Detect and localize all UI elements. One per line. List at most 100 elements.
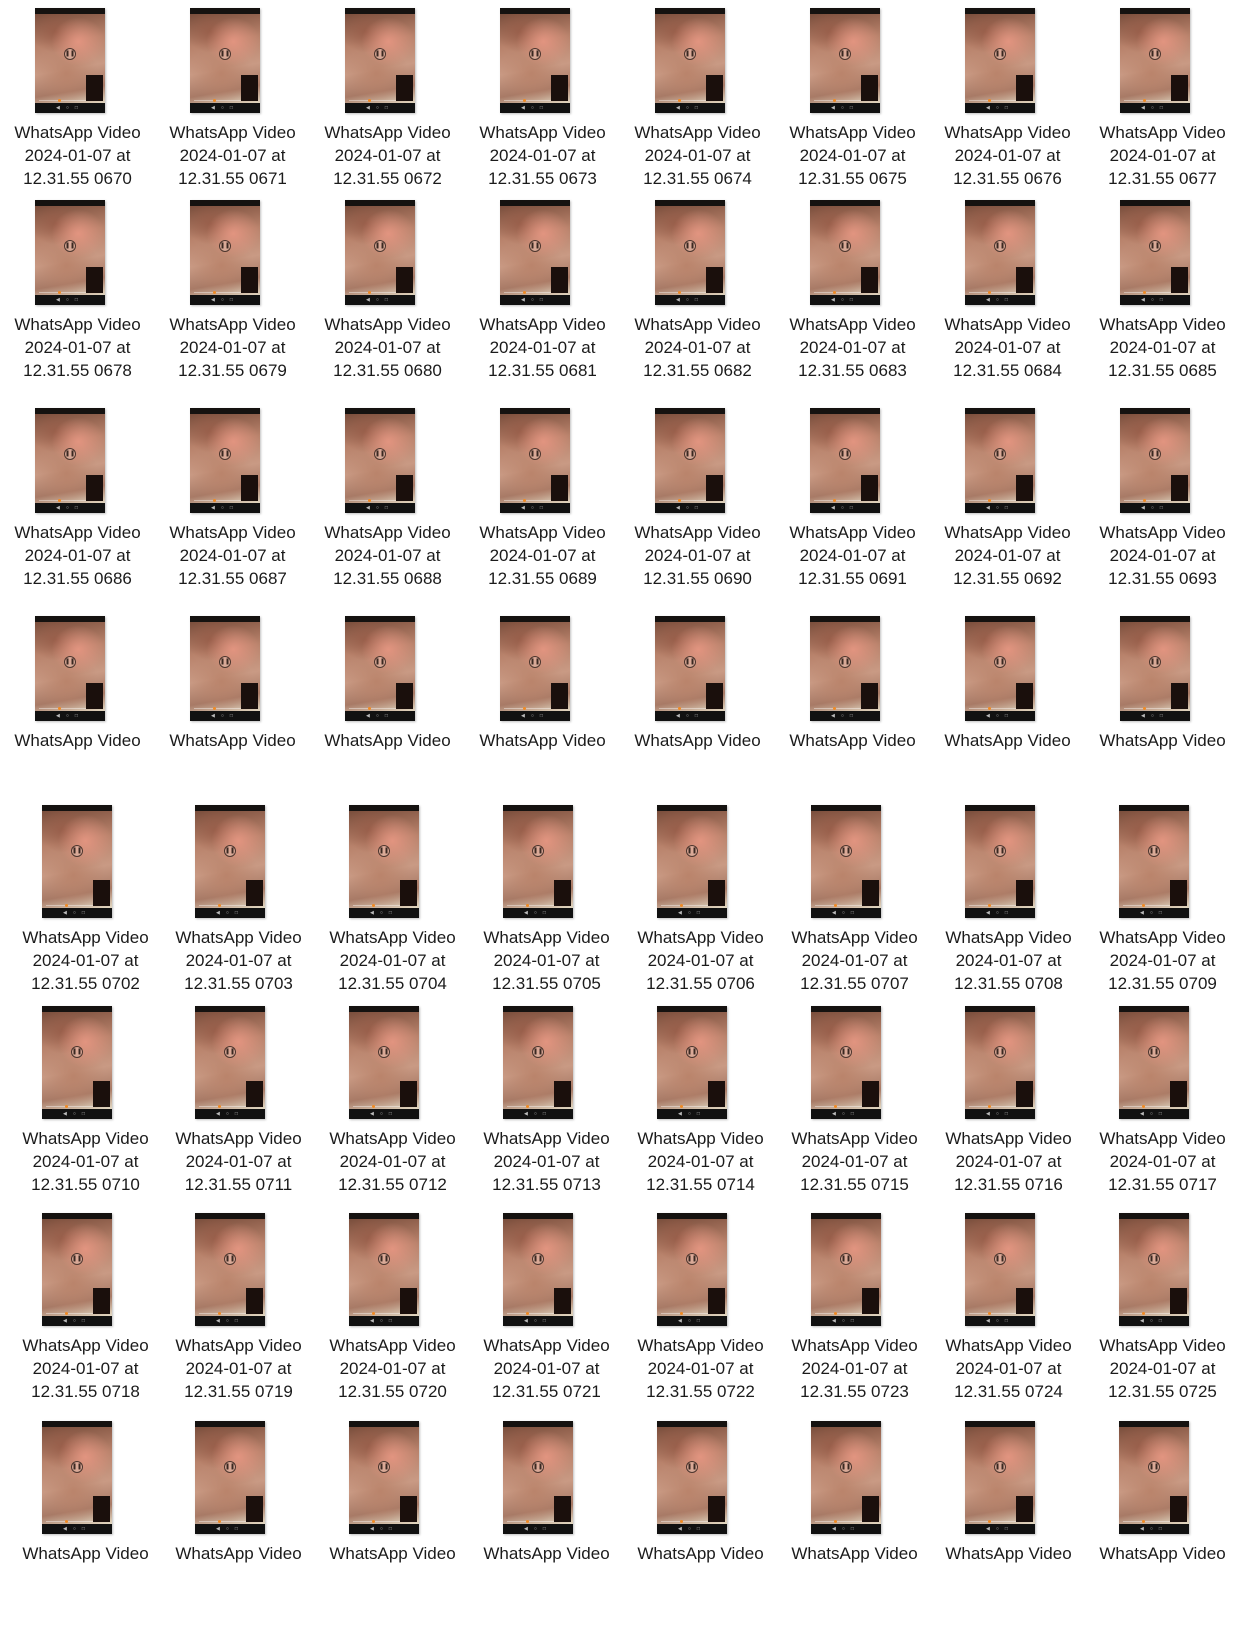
video-thumbnail-icon[interactable]: ❚❚ ◀○□ — [657, 1421, 727, 1534]
video-thumbnail-icon[interactable]: ❚❚ ◀○□ — [810, 616, 880, 721]
video-thumbnail-icon[interactable]: ❚❚ ◀○□ — [965, 200, 1035, 305]
video-thumbnail-icon[interactable]: ❚❚ ◀○□ — [42, 1213, 112, 1326]
android-nav-bar: ◀○□ — [811, 1524, 881, 1534]
file-name-line: 2024-01-07 at — [647, 1359, 754, 1378]
video-thumbnail-icon[interactable]: ❚❚ ◀○□ — [190, 616, 260, 721]
video-thumbnail-icon[interactable]: ❚❚ ◀○□ — [657, 1213, 727, 1326]
video-thumbnail-icon[interactable]: ❚❚ ◀○□ — [811, 1421, 881, 1534]
video-thumbnail-icon[interactable]: ❚❚ ◀○□ — [1119, 1213, 1189, 1326]
video-thumbnail-icon[interactable]: ❚❚ ◀○□ — [811, 805, 881, 918]
android-nav-bar: ◀○□ — [811, 1109, 881, 1119]
video-thumbnail-icon[interactable]: ❚❚ ◀○□ — [965, 805, 1035, 918]
video-thumbnail-icon[interactable]: ❚❚ ◀○□ — [500, 616, 570, 721]
pip-window — [708, 1081, 725, 1107]
video-thumbnail-icon[interactable]: ❚❚ ◀○□ — [503, 1421, 573, 1534]
file-name-line: 12.31.55 0721 — [492, 1382, 601, 1401]
video-thumbnail-icon[interactable]: ❚❚ ◀○□ — [503, 1213, 573, 1326]
video-thumbnail-icon[interactable]: ❚❚ ◀○□ — [811, 1213, 881, 1326]
file-name-line: 2024-01-07 at — [955, 951, 1062, 970]
video-thumbnail-icon[interactable]: ❚❚ ◀○□ — [42, 1006, 112, 1119]
video-thumbnail-icon[interactable]: ❚❚ ◀○□ — [965, 1213, 1035, 1326]
video-thumbnail-icon[interactable]: ❚❚ ◀○□ — [195, 805, 265, 918]
video-thumbnail-icon[interactable]: ❚❚ ◀○□ — [1120, 408, 1190, 513]
file-name-label: WhatsApp Video 2024-01-07 at 12.31.55 0670 — [0, 121, 155, 190]
android-nav-bar: ◀○□ — [503, 1524, 573, 1534]
video-thumbnail-icon[interactable]: ❚❚ ◀○□ — [345, 408, 415, 513]
video-thumbnail-icon[interactable]: ❚❚ ◀○□ — [345, 616, 415, 721]
pause-icon: ❚❚ — [994, 1046, 1006, 1058]
pause-icon: ❚❚ — [994, 1253, 1006, 1265]
pip-window — [396, 475, 413, 501]
file-name-label: WhatsApp Video 2024-01-07 at 12.31.55 0716 — [931, 1127, 1086, 1196]
video-thumbnail-icon[interactable]: ❚❚ ◀○□ — [811, 1006, 881, 1119]
file-name-line: WhatsApp Video — [483, 1129, 610, 1148]
video-thumbnail-icon[interactable]: ❚❚ ◀○□ — [655, 8, 725, 113]
video-thumbnail-icon[interactable]: ❚❚ ◀○□ — [35, 408, 105, 513]
video-thumbnail-icon[interactable]: ❚❚ ◀○□ — [965, 1006, 1035, 1119]
video-thumbnail-icon[interactable]: ❚❚ ◀○□ — [195, 1006, 265, 1119]
video-thumbnail-icon[interactable]: ❚❚ ◀○□ — [195, 1421, 265, 1534]
video-thumbnail-icon[interactable]: ❚❚ ◀○□ — [42, 805, 112, 918]
android-nav-bar: ◀○□ — [1119, 1109, 1189, 1119]
video-thumbnail-icon[interactable]: ❚❚ ◀○□ — [655, 616, 725, 721]
video-thumbnail-icon[interactable]: ❚❚ ◀○□ — [349, 805, 419, 918]
video-thumbnail-icon[interactable]: ❚❚ ◀○□ — [965, 8, 1035, 113]
video-thumbnail-icon[interactable]: ❚❚ ◀○□ — [1120, 616, 1190, 721]
android-nav-bar: ◀○□ — [500, 103, 570, 113]
video-thumbnail-icon[interactable]: ❚❚ ◀○□ — [810, 408, 880, 513]
file-name-line: WhatsApp Video — [945, 928, 1072, 947]
pause-icon: ❚❚ — [71, 1461, 83, 1473]
video-thumbnail-icon[interactable]: ❚❚ ◀○□ — [190, 8, 260, 113]
video-thumbnail-icon[interactable]: ❚❚ ◀○□ — [35, 8, 105, 113]
file-name-line: 12.31.55 0703 — [184, 974, 293, 993]
video-thumbnail-icon[interactable]: ❚❚ ◀○□ — [42, 1421, 112, 1534]
video-thumbnail-icon[interactable]: ❚❚ ◀○□ — [1119, 1421, 1189, 1534]
video-thumbnail-icon[interactable]: ❚❚ ◀○□ — [657, 1006, 727, 1119]
video-thumbnail-icon[interactable]: ❚❚ ◀○□ — [965, 1421, 1035, 1534]
video-thumbnail-icon[interactable]: ❚❚ ◀○□ — [345, 8, 415, 113]
video-thumbnail-icon[interactable]: ❚❚ ◀○□ — [35, 200, 105, 305]
file-name-line: WhatsApp Video — [789, 731, 916, 750]
file-name-line: WhatsApp Video — [637, 1336, 764, 1355]
video-thumbnail-icon[interactable]: ❚❚ ◀○□ — [655, 200, 725, 305]
pause-icon: ❚❚ — [64, 448, 76, 460]
video-thumbnail-icon[interactable]: ❚❚ ◀○□ — [349, 1006, 419, 1119]
video-thumbnail-icon[interactable]: ❚❚ ◀○□ — [965, 408, 1035, 513]
video-thumbnail-icon[interactable]: ❚❚ ◀○□ — [349, 1421, 419, 1534]
android-nav-bar: ◀○□ — [349, 1524, 419, 1534]
video-thumbnail-icon[interactable]: ❚❚ ◀○□ — [195, 1213, 265, 1326]
file-name-line: 2024-01-07 at — [489, 146, 596, 165]
video-thumbnail-icon[interactable]: ❚❚ ◀○□ — [503, 1006, 573, 1119]
video-thumbnail-icon[interactable]: ❚❚ ◀○□ — [1119, 1006, 1189, 1119]
video-thumbnail-icon[interactable]: ❚❚ ◀○□ — [657, 805, 727, 918]
pip-window — [1170, 1081, 1187, 1107]
video-thumbnail-icon[interactable]: ❚❚ ◀○□ — [190, 200, 260, 305]
video-thumbnail-icon[interactable]: ❚❚ ◀○□ — [500, 8, 570, 113]
file-name-line: 12.31.55 0706 — [646, 974, 755, 993]
video-thumbnail-icon[interactable]: ❚❚ ◀○□ — [500, 408, 570, 513]
file-name-line: 12.31.55 0711 — [184, 1175, 293, 1194]
video-thumbnail-icon[interactable]: ❚❚ ◀○□ — [1119, 805, 1189, 918]
video-thumbnail-icon[interactable]: ❚❚ ◀○□ — [349, 1213, 419, 1326]
video-thumbnail-icon[interactable]: ❚❚ ◀○□ — [810, 200, 880, 305]
video-thumbnail-icon[interactable]: ❚❚ ◀○□ — [810, 8, 880, 113]
file-name-line: 12.31.55 0675 — [798, 169, 907, 188]
android-nav-bar: ◀○□ — [655, 711, 725, 721]
file-name-label: WhatsApp Video 2024-01-07 at 12.31.55 0685 — [1085, 313, 1237, 382]
video-thumbnail-icon[interactable]: ❚❚ ◀○□ — [503, 805, 573, 918]
video-thumbnail-icon[interactable]: ❚❚ ◀○□ — [500, 200, 570, 305]
file-name-label: WhatsApp Video 2024-01-07 at 12.31.55 0705 — [469, 926, 624, 995]
video-thumbnail-icon[interactable]: ❚❚ ◀○□ — [190, 408, 260, 513]
file-name-line: 12.31.55 0705 — [492, 974, 601, 993]
file-name-line: WhatsApp Video — [944, 523, 1071, 542]
video-thumbnail-icon[interactable]: ❚❚ ◀○□ — [1120, 200, 1190, 305]
video-thumbnail-icon[interactable]: ❚❚ ◀○□ — [655, 408, 725, 513]
pause-icon: ❚❚ — [1148, 1253, 1160, 1265]
video-thumbnail-icon[interactable]: ❚❚ ◀○□ — [345, 200, 415, 305]
pause-icon: ❚❚ — [378, 845, 390, 857]
file-name-line: 2024-01-07 at — [24, 338, 131, 357]
file-name-line: 12.31.55 0687 — [178, 569, 287, 588]
video-thumbnail-icon[interactable]: ❚❚ ◀○□ — [1120, 8, 1190, 113]
video-thumbnail-icon[interactable]: ❚❚ ◀○□ — [35, 616, 105, 721]
video-thumbnail-icon[interactable]: ❚❚ ◀○□ — [965, 616, 1035, 721]
